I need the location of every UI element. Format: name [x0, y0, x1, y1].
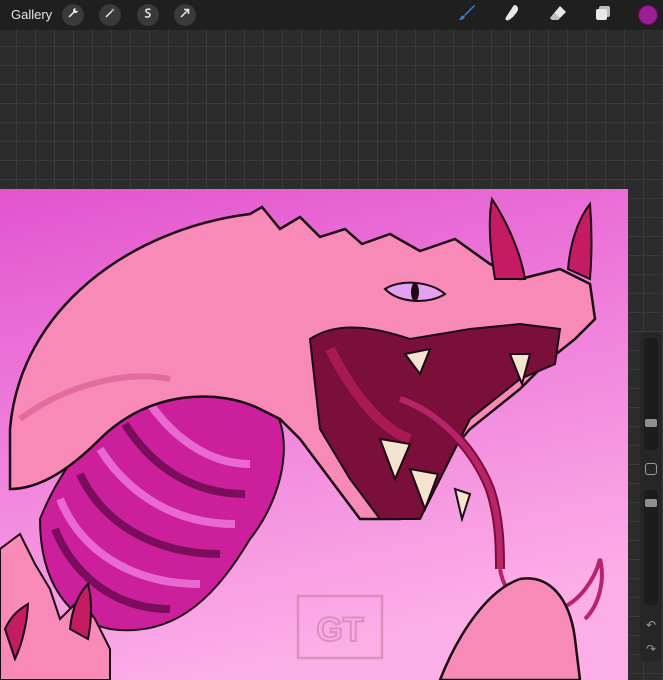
layers-button[interactable]	[591, 3, 615, 27]
watermark-text: GT	[316, 611, 363, 649]
smudge-button[interactable]	[500, 3, 524, 27]
brush-size-slider[interactable]	[644, 338, 658, 450]
opacity-thumb[interactable]	[645, 499, 657, 507]
transform-arrow-icon	[179, 6, 191, 24]
brush-button[interactable]	[455, 3, 479, 27]
selection-button[interactable]	[137, 4, 159, 26]
redo-icon[interactable]: ↷	[643, 642, 659, 656]
eraser-button[interactable]	[546, 3, 570, 27]
undo-icon[interactable]: ↶	[643, 618, 659, 632]
artwork-illustration: GT	[0, 189, 628, 680]
wrench-icon	[67, 6, 79, 24]
opacity-slider[interactable]	[644, 490, 658, 605]
brush-size-thumb[interactable]	[645, 419, 657, 427]
actions-button[interactable]	[62, 4, 84, 26]
smudge-icon	[502, 3, 522, 28]
color-picker-button[interactable]	[638, 5, 658, 25]
eraser-icon	[548, 3, 568, 28]
layers-icon	[593, 3, 613, 28]
side-toolbar: ↶ ↷	[640, 332, 662, 662]
adjustments-button[interactable]	[99, 4, 121, 26]
brush-icon	[457, 3, 477, 28]
gallery-button[interactable]: Gallery	[11, 7, 52, 22]
top-toolbar: Gallery	[0, 0, 663, 30]
selection-icon	[142, 6, 154, 24]
magic-wand-icon	[104, 6, 116, 24]
artwork-canvas[interactable]: GT	[0, 189, 628, 680]
transform-button[interactable]	[174, 4, 196, 26]
modify-button[interactable]	[645, 463, 657, 475]
